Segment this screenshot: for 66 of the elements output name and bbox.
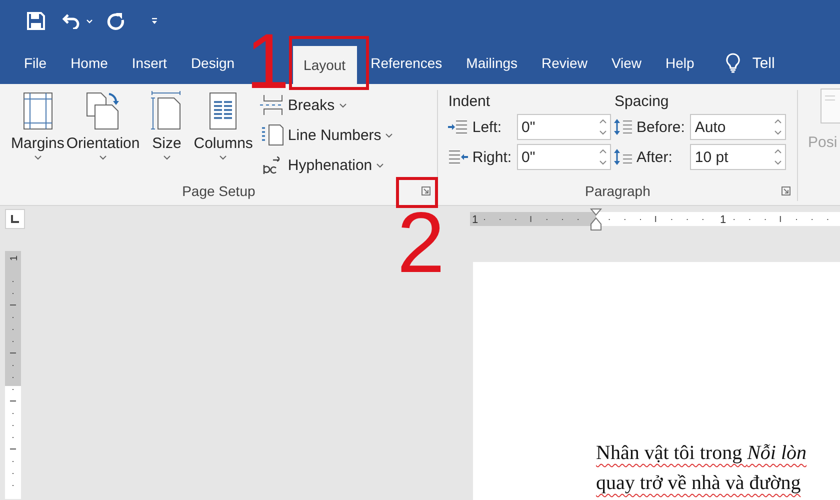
spacing-after-icon bbox=[612, 148, 633, 166]
redo-icon[interactable] bbox=[107, 12, 125, 30]
ribbon-tab[interactable]: Design bbox=[178, 42, 247, 84]
tab-selector[interactable] bbox=[5, 209, 25, 229]
indent-right-icon bbox=[448, 150, 468, 164]
ribbon-tab[interactable]: Mailings bbox=[454, 42, 530, 84]
step-number: 2 bbox=[397, 200, 445, 286]
caret-icon bbox=[376, 162, 384, 168]
field-label: Before: bbox=[636, 118, 685, 136]
columns-icon bbox=[209, 92, 238, 130]
ruler-number: 1 bbox=[472, 214, 478, 226]
dialog-launcher-icon[interactable] bbox=[781, 186, 791, 196]
caret-icon bbox=[219, 155, 228, 160]
spacing-before-icon bbox=[612, 118, 633, 136]
ribbon-tab[interactable]: Insert bbox=[120, 42, 179, 84]
breaks-icon bbox=[260, 94, 284, 116]
undo-icon[interactable] bbox=[62, 13, 80, 29]
customize-icon[interactable] bbox=[151, 17, 158, 25]
orientation-icon bbox=[85, 91, 122, 131]
document-text: quay trở về nhà và đường bbox=[596, 471, 802, 496]
caret-icon[interactable] bbox=[86, 18, 93, 24]
indent-marker[interactable] bbox=[590, 208, 602, 230]
highlight-frame bbox=[396, 177, 438, 208]
group-label: Page Setup bbox=[182, 183, 256, 199]
section-heading: Indent bbox=[448, 92, 492, 110]
caret-icon bbox=[162, 155, 171, 160]
lightbulb-icon[interactable] bbox=[726, 53, 740, 73]
group-label: Paragraph bbox=[584, 183, 650, 199]
indent-left-icon bbox=[448, 120, 468, 134]
spin-field[interactable]: 0" bbox=[516, 114, 611, 140]
spinner-icon[interactable] bbox=[774, 117, 782, 137]
ribbon-tab[interactable]: References bbox=[358, 42, 454, 84]
spinner-icon[interactable] bbox=[598, 117, 607, 137]
spin-field[interactable]: 0" bbox=[516, 144, 611, 170]
field-label: After: bbox=[636, 148, 672, 166]
field-label: Right: bbox=[472, 148, 512, 166]
ribbon-button[interactable]: Orientation bbox=[65, 90, 141, 181]
section-heading: Spacing bbox=[614, 92, 670, 110]
ribbon-button[interactable]: Hyphenation bbox=[260, 150, 394, 180]
left-tab-icon bbox=[11, 215, 19, 223]
ribbon-tab[interactable]: Review bbox=[530, 42, 600, 84]
ribbon-button[interactable]: Size bbox=[148, 90, 185, 181]
ribbon-tab[interactable]: Help bbox=[654, 42, 706, 84]
ribbon-tab[interactable]: Layout bbox=[292, 46, 357, 84]
ribbon-button[interactable]: Line Numbers bbox=[260, 120, 394, 150]
dialog-launcher-icon[interactable] bbox=[421, 186, 432, 196]
ribbon-tab[interactable]: View bbox=[599, 42, 654, 84]
caret-icon bbox=[34, 155, 42, 160]
caret-icon bbox=[99, 155, 108, 160]
tell-me-box[interactable]: Tell bbox=[752, 54, 775, 72]
ribbon-tab[interactable]: File bbox=[12, 42, 59, 84]
margins-icon bbox=[22, 92, 53, 130]
spinner-icon[interactable] bbox=[774, 147, 782, 167]
caret-icon bbox=[385, 132, 394, 138]
ribbon-button[interactable]: Margins bbox=[10, 90, 66, 181]
ribbon-tab[interactable]: Home bbox=[58, 42, 120, 84]
spinner-icon[interactable] bbox=[598, 147, 607, 167]
document-text: Nhân vật tôi trong Nỗi lòn bbox=[596, 441, 808, 466]
ruler-number: 1 bbox=[9, 255, 20, 261]
spin-field[interactable]: 10 pt bbox=[690, 144, 786, 170]
ruler-number: 1 bbox=[720, 214, 726, 226]
field-label: Left: bbox=[472, 118, 502, 136]
spin-field[interactable]: Auto bbox=[690, 114, 786, 140]
save-icon[interactable] bbox=[27, 12, 45, 30]
line-numbers-icon bbox=[260, 124, 284, 146]
caret-icon bbox=[338, 102, 347, 108]
